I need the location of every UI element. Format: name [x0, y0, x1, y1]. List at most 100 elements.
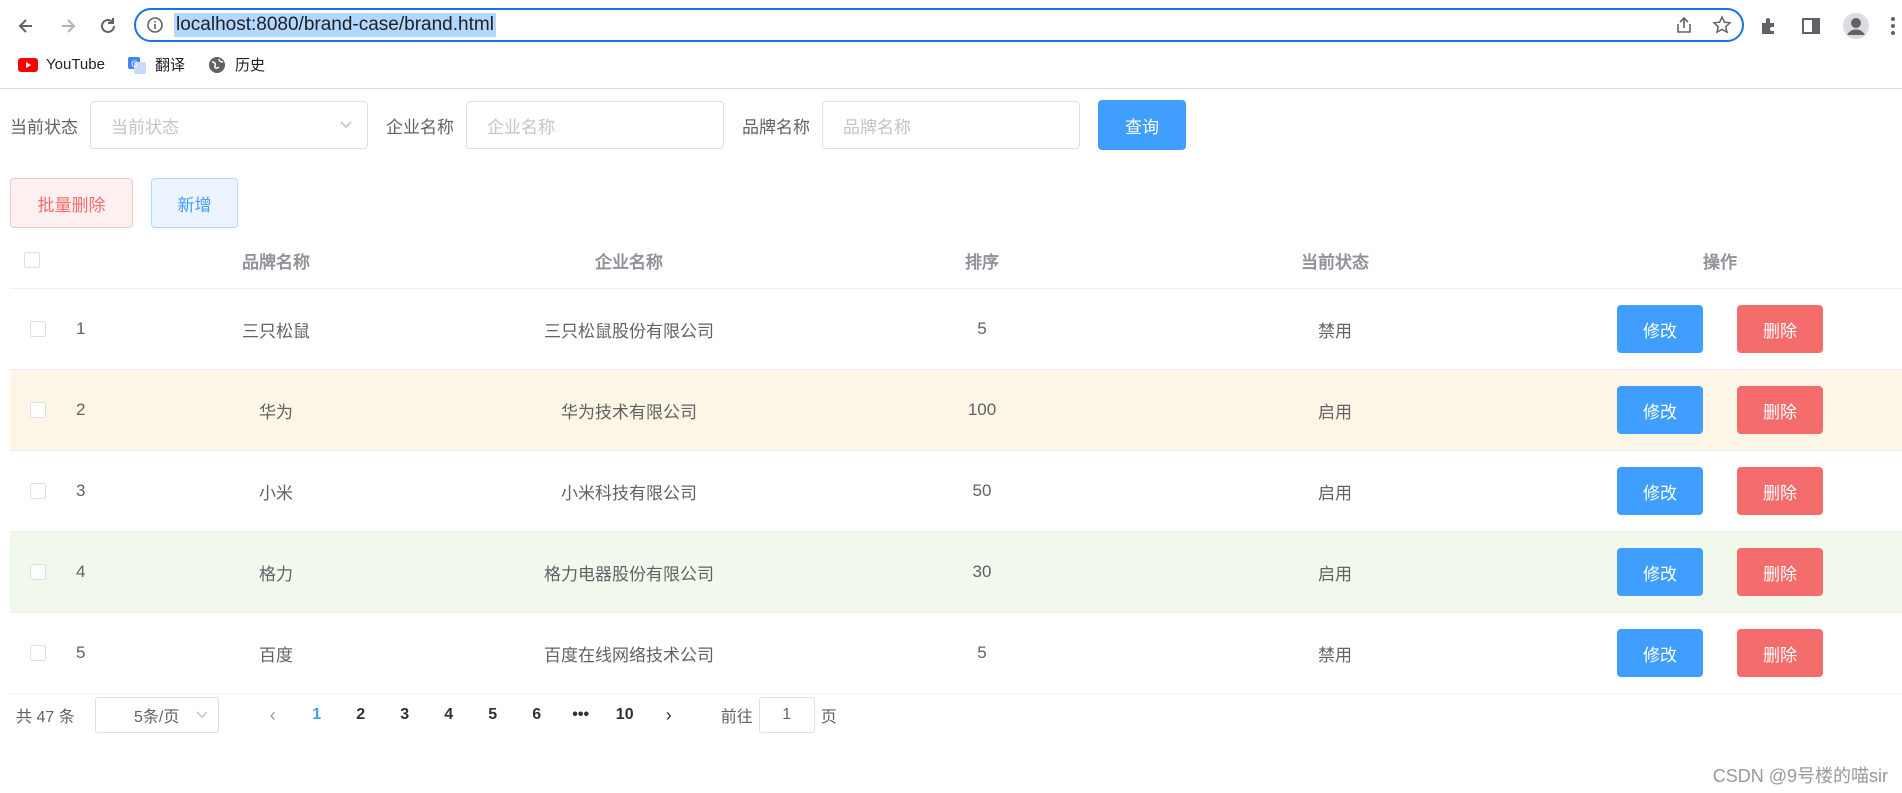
- delete-button[interactable]: 删除: [1737, 467, 1823, 515]
- table-row: 1 三只松鼠 三只松鼠股份有限公司 5 禁用 修改 删除: [10, 289, 1902, 370]
- browser-toolbar: localhost:8080/brand-case/brand.html You…: [0, 0, 1902, 89]
- page-number[interactable]: 3: [383, 706, 427, 724]
- cell-status: 启用: [1318, 564, 1352, 584]
- goto-page-input[interactable]: 1: [758, 697, 815, 733]
- delete-button[interactable]: 删除: [1737, 548, 1823, 596]
- status-placeholder: 当前状态: [111, 117, 179, 137]
- prev-page-icon[interactable]: ‹: [251, 705, 295, 726]
- brand-input[interactable]: 品牌名称: [822, 101, 1080, 149]
- table-row: 5 百度 百度在线网络技术公司 5 禁用 修改 删除: [10, 613, 1902, 694]
- page-number[interactable]: 10: [603, 706, 647, 724]
- select-all-checkbox[interactable]: [24, 252, 40, 268]
- cell-status: 禁用: [1318, 321, 1352, 341]
- info-icon[interactable]: [146, 16, 164, 34]
- goto-label: 前往: [720, 709, 753, 726]
- delete-button[interactable]: 删除: [1737, 386, 1823, 434]
- edit-button[interactable]: 修改: [1617, 386, 1703, 434]
- row-checkbox[interactable]: [30, 483, 46, 499]
- bookmarks-bar: YouTube G 翻译 历史: [18, 54, 265, 75]
- brand-label: 品牌名称: [742, 117, 810, 137]
- cell-status: 启用: [1318, 402, 1352, 422]
- delete-button[interactable]: 删除: [1737, 305, 1823, 353]
- back-icon[interactable]: [10, 10, 42, 42]
- row-index: 5: [76, 643, 86, 662]
- page-number[interactable]: 5: [471, 706, 515, 724]
- search-form: 当前状态 当前状态 企业名称 企业名称 品牌名称 品牌名称 查询: [10, 100, 1186, 150]
- profile-avatar-icon[interactable]: [1842, 12, 1870, 40]
- page-number[interactable]: 1: [295, 706, 339, 724]
- row-index: 1: [76, 319, 86, 338]
- company-input[interactable]: 企业名称: [466, 101, 724, 149]
- address-bar[interactable]: localhost:8080/brand-case/brand.html: [134, 8, 1744, 42]
- svg-text:G: G: [131, 60, 138, 70]
- page-number[interactable]: 2: [339, 706, 383, 724]
- row-index: 2: [76, 400, 86, 419]
- url-text[interactable]: localhost:8080/brand-case/brand.html: [174, 13, 496, 37]
- extensions-icon[interactable]: [1758, 15, 1780, 37]
- cell-order: 100: [967, 400, 997, 419]
- edit-button[interactable]: 修改: [1617, 548, 1703, 596]
- delete-button[interactable]: 删除: [1737, 629, 1823, 677]
- more-pages-icon[interactable]: •••: [559, 706, 603, 724]
- header-brand: 品牌名称: [242, 252, 310, 272]
- row-checkbox[interactable]: [30, 321, 46, 337]
- cell-order: 30: [972, 562, 992, 581]
- page-number[interactable]: 6: [515, 706, 559, 724]
- cell-brand: 百度: [259, 645, 293, 665]
- bookmark-label: YouTube: [46, 56, 105, 73]
- menu-kebab-icon[interactable]: [1890, 15, 1896, 37]
- edit-button[interactable]: 修改: [1617, 629, 1703, 677]
- page-number[interactable]: 4: [427, 706, 471, 724]
- row-checkbox[interactable]: [30, 645, 46, 661]
- header-order: 排序: [965, 252, 999, 272]
- cell-status: 启用: [1318, 483, 1352, 503]
- globe-icon: [208, 56, 225, 73]
- status-select[interactable]: 当前状态: [90, 101, 368, 149]
- pagination: 共 47 条 5条/页 ‹ 1 2 3 4 5 6 ••• 10 › 前往 1 …: [16, 695, 837, 735]
- row-index: 4: [76, 562, 86, 581]
- share-icon[interactable]: [1674, 15, 1694, 35]
- status-label: 当前状态: [10, 117, 78, 137]
- table-row: 4 格力 格力电器股份有限公司 30 启用 修改 删除: [10, 532, 1902, 613]
- brand-table: 品牌名称 企业名称 排序 当前状态 操作 1 三只松鼠 三只松鼠股份有限公司 5…: [10, 232, 1902, 694]
- row-checkbox[interactable]: [30, 564, 46, 580]
- add-button[interactable]: 新增: [151, 178, 238, 228]
- cell-company: 三只松鼠股份有限公司: [544, 321, 714, 341]
- table-header: 品牌名称 企业名称 排序 当前状态 操作: [10, 232, 1902, 289]
- header-company: 企业名称: [595, 252, 663, 272]
- bookmark-label: 翻译: [154, 57, 185, 74]
- header-status: 当前状态: [1301, 252, 1369, 272]
- page-suffix: 页: [820, 709, 837, 726]
- forward-icon[interactable]: [52, 10, 84, 42]
- batch-delete-button[interactable]: 批量删除: [10, 178, 133, 228]
- cell-order: 5: [977, 319, 987, 338]
- bookmark-label: 历史: [234, 57, 265, 74]
- company-placeholder: 企业名称: [487, 117, 555, 137]
- row-checkbox[interactable]: [30, 402, 46, 418]
- bookmark-history[interactable]: 历史: [207, 54, 265, 75]
- brand-placeholder: 品牌名称: [843, 117, 911, 137]
- bookmark-youtube[interactable]: YouTube: [18, 56, 105, 73]
- cell-brand: 格力: [259, 564, 293, 584]
- row-index: 3: [76, 481, 86, 500]
- cell-company: 格力电器股份有限公司: [544, 564, 714, 584]
- side-panel-icon[interactable]: [1800, 15, 1822, 37]
- edit-button[interactable]: 修改: [1617, 467, 1703, 515]
- youtube-icon: [18, 57, 38, 72]
- watermark: CSDN @9号楼的喵sir: [1712, 766, 1888, 786]
- reload-icon[interactable]: [92, 10, 124, 42]
- cell-brand: 华为: [259, 402, 293, 422]
- next-page-icon[interactable]: ›: [647, 705, 691, 726]
- cell-status: 禁用: [1318, 645, 1352, 665]
- bookmark-translate[interactable]: G 翻译: [127, 54, 185, 75]
- cell-company: 百度在线网络技术公司: [544, 645, 714, 665]
- star-icon[interactable]: [1712, 15, 1732, 35]
- translate-icon: G: [127, 56, 146, 74]
- edit-button[interactable]: 修改: [1617, 305, 1703, 353]
- cell-order: 5: [977, 643, 987, 662]
- page-size-select[interactable]: 5条/页: [94, 697, 219, 733]
- chevron-down-icon: [340, 121, 352, 129]
- cell-brand: 小米: [259, 483, 293, 503]
- header-ops: 操作: [1703, 252, 1737, 272]
- query-button[interactable]: 查询: [1098, 100, 1186, 150]
